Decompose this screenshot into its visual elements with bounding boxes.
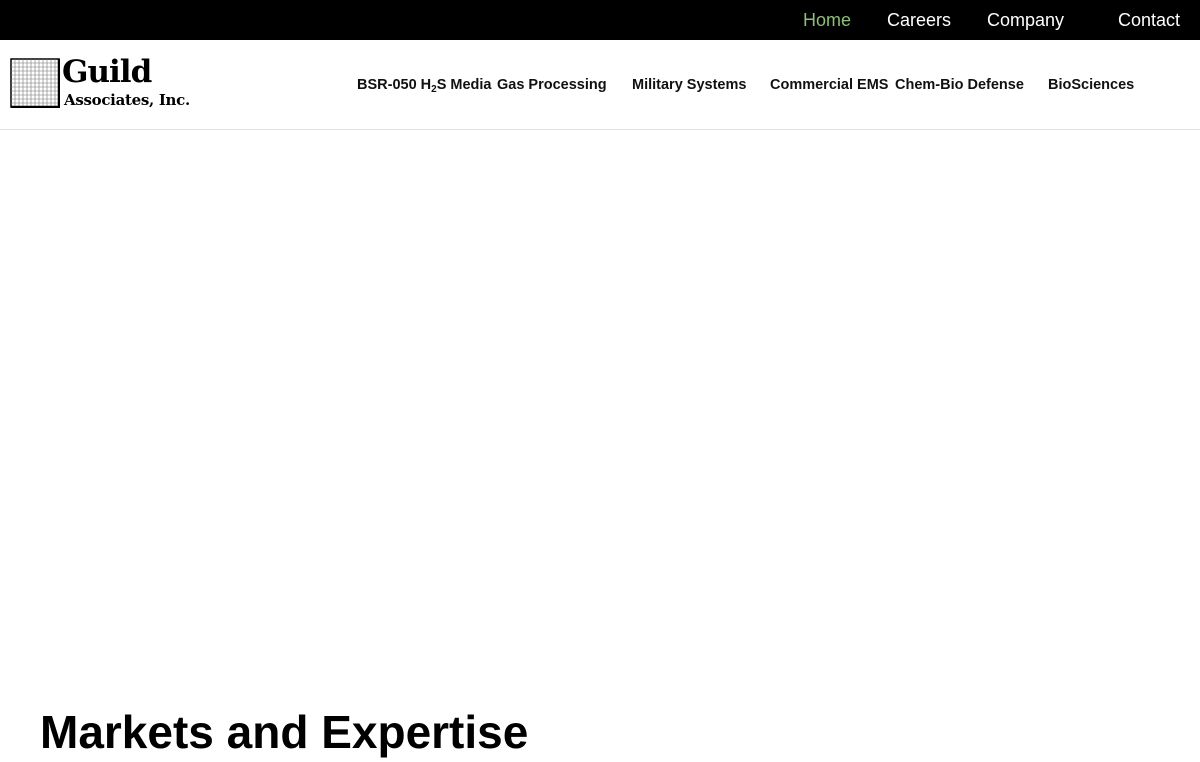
topnav-home-link[interactable]: Home bbox=[803, 9, 851, 31]
mainnav-biosciences[interactable]: BioSciences bbox=[1048, 76, 1134, 94]
mainnav-label-part: BSR-050 H bbox=[357, 77, 432, 93]
logo-grid-icon bbox=[10, 58, 60, 108]
mainnav-bsr050-h2s-media[interactable]: BSR-050 H2S Media bbox=[357, 76, 492, 95]
company-logo[interactable]: Guild Associates, Inc. bbox=[10, 54, 195, 114]
top-utility-bar: Home Careers Company Contact bbox=[0, 0, 1200, 40]
mainnav-chem-bio-defense[interactable]: Chem-Bio Defense bbox=[895, 76, 1024, 94]
topnav-careers-link[interactable]: Careers bbox=[887, 9, 951, 31]
mainnav-commercial-ems[interactable]: Commercial EMS bbox=[770, 76, 888, 94]
topnav-contact-link[interactable]: Contact bbox=[1118, 9, 1180, 31]
logo-wordmark-associates: Associates, Inc. bbox=[64, 91, 190, 109]
mainnav-label-part: S Media bbox=[436, 77, 492, 93]
topnav-company-link[interactable]: Company bbox=[987, 9, 1064, 31]
logo-wordmark-guild: Guild bbox=[62, 54, 152, 90]
mainnav-military-systems[interactable]: Military Systems bbox=[632, 76, 746, 94]
section-title: Markets and Expertise bbox=[40, 706, 529, 758]
hero-banner-area bbox=[0, 130, 1200, 690]
mainnav-gas-processing[interactable]: Gas Processing bbox=[497, 76, 607, 94]
site-header: Guild Associates, Inc. BSR-050 H2S Media… bbox=[0, 40, 1200, 130]
